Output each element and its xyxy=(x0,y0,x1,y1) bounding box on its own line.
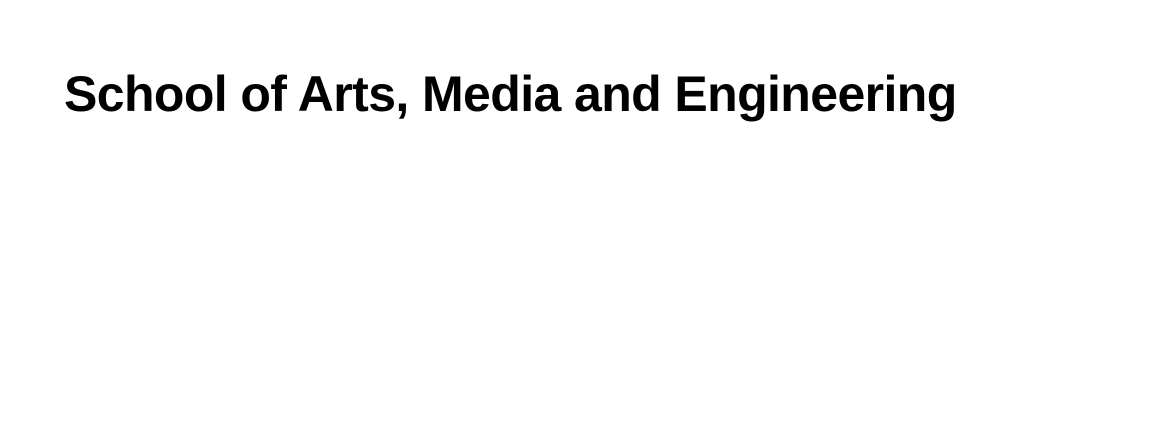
page-title: School of Arts, Media and Engineering xyxy=(64,66,957,122)
page-canvas: School of Arts, Media and Engineering xyxy=(0,0,1168,432)
